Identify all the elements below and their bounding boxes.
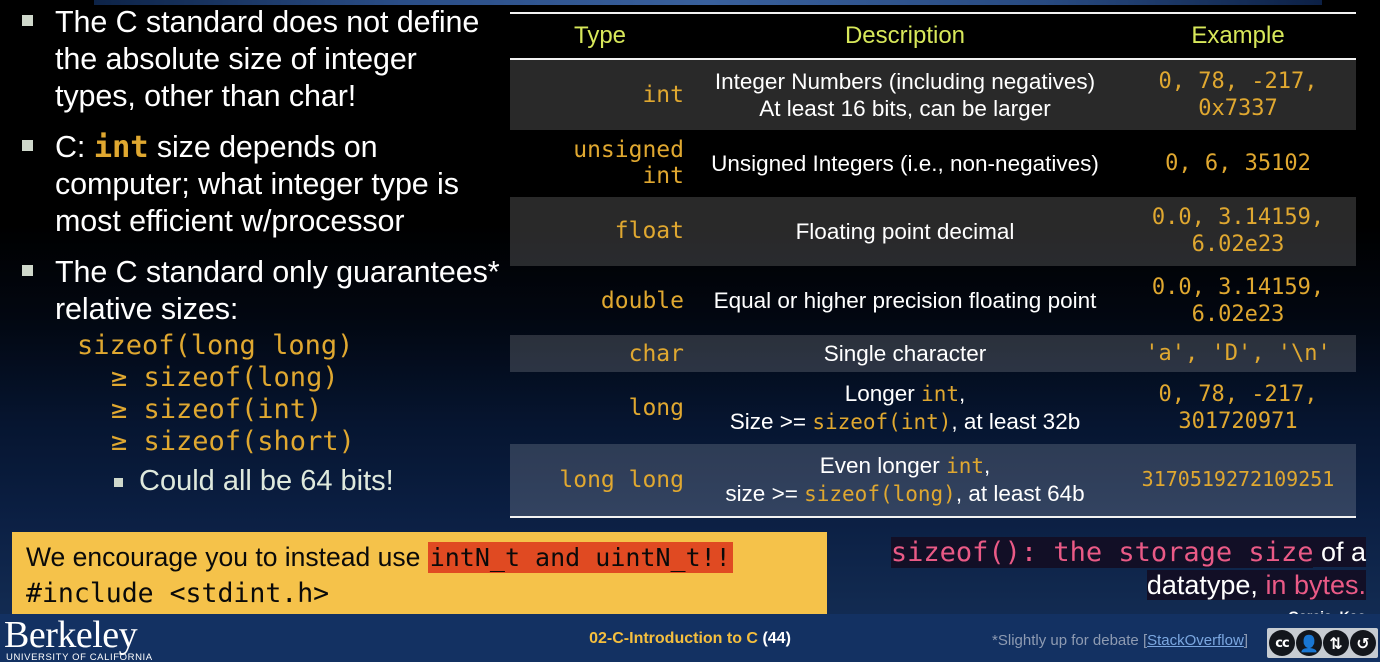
code-line-3: ≥ sizeof(short) — [111, 426, 355, 457]
cc-nc-icon: ⇅ — [1323, 630, 1349, 656]
cell-type: double — [600, 287, 684, 314]
sizeof-note-part4: in bytes. — [1265, 570, 1366, 600]
column-header-description: Description — [690, 12, 1120, 60]
deck-name: 02-C-Introduction to C — [589, 630, 758, 647]
cell-example: 0, 78, -217, 301720971 — [1158, 382, 1318, 435]
cell-type: int — [642, 81, 684, 108]
bullet-text-pre: C: — [55, 130, 94, 164]
slide-footer: Berkeley UNIVERSITY OF CALIFORNIA 02-C-I… — [0, 614, 1380, 662]
table-row: char Single character 'a', 'D', '\n' — [510, 335, 1356, 373]
bullet-text: The C standard does not define the absol… — [55, 5, 480, 113]
bullet-item: The C standard only guarantees* relative… — [18, 254, 504, 328]
table-row: long long Even longer int, size >= sizeof(… — [510, 443, 1356, 519]
callout-line-2: #include <stdint.h> — [26, 578, 330, 609]
table-row: double Equal or higher precision floating… — [510, 266, 1356, 335]
sizeof-definition-note: sizeof(): the storage size of a datatype… — [886, 536, 1366, 602]
cc-icon: cc — [1269, 630, 1295, 656]
cell-description: Equal or higher precision floating point — [713, 288, 1097, 314]
code-line-0: sizeof(long long) — [77, 330, 354, 361]
cell-type: float — [614, 218, 684, 245]
footnote-prefix: *Slightly up for debate [ — [992, 632, 1148, 649]
sizeof-note-part1: sizeof(): the storage size — [890, 537, 1314, 568]
sub-bullet-text: Could all be 64 bits! — [139, 465, 394, 497]
c-types-table-wrapper: Type Description Example int Integer Numb… — [510, 12, 1356, 519]
callout-line-1: We encourage you to instead use intN_t a… — [26, 539, 815, 576]
cell-example: 0.0, 3.14159, 6.02e23 — [1151, 274, 1325, 327]
table-header-row: Type Description Example — [510, 12, 1356, 60]
callout-highlight: intN_t and uintN_t!! — [427, 542, 733, 573]
cell-type: long — [628, 395, 684, 422]
footnote-debate: *Slightly up for debate [StackOverflow] — [992, 632, 1248, 649]
cell-type: long long — [510, 443, 690, 519]
table-row: long Longer int, Size >= sizeof(int), at l… — [510, 372, 1356, 444]
bullet-text: C: int size depends on computer; what in… — [55, 129, 504, 240]
bullet-item: C: int size depends on computer; what in… — [18, 129, 504, 240]
code-line-2: ≥ sizeof(int) — [111, 394, 323, 425]
cell-description: Unsigned Integers (i.e., non-negatives) — [711, 150, 1099, 176]
table-row: int Integer Numbers (including negatives)… — [510, 59, 1356, 130]
bullet-item: The C standard does not define the absol… — [18, 4, 504, 115]
cell-description: Longer int, Size >= sizeof(int), at least… — [729, 381, 1081, 435]
cell-description: Integer Numbers (including negatives) At … — [714, 68, 1096, 121]
sub-bullet-square-icon — [114, 478, 123, 487]
stdint-callout-box: We encourage you to instead use intN_t a… — [12, 532, 827, 614]
cell-type: char — [628, 340, 684, 367]
column-header-type: Type — [510, 12, 690, 60]
bullet-square-icon — [22, 15, 33, 26]
callout-line-1-prefix: We encourage you to instead use — [26, 542, 428, 572]
code-line-1: ≥ sizeof(long) — [111, 362, 339, 393]
slide-number: (44) — [762, 630, 791, 647]
table-row: unsigned int Unsigned Integers (i.e., non-… — [510, 130, 1356, 197]
cell-example: 0.0, 3.14159, 6.02e23 — [1151, 205, 1325, 258]
cell-example: 0, 78, -217, 0x7337 — [1158, 68, 1318, 121]
inline-code-int: int — [93, 130, 149, 165]
table-header: Type Description Example — [510, 12, 1356, 60]
sizeof-note-part3: datatype, — [1146, 570, 1266, 600]
slide-canvas: The C standard does not define the absol… — [0, 0, 1380, 662]
table-row: float Floating point decimal 0.0, 3.14159,… — [510, 196, 1356, 266]
cell-example: 'a', 'D', '\n' — [1145, 341, 1331, 367]
cell-description: Floating point decimal — [795, 218, 1015, 244]
left-bullet-column: The C standard does not define the absol… — [0, 4, 508, 532]
sizeof-note-line-1: sizeof(): the storage size of a — [886, 536, 1366, 569]
cc-by-icon: 👤 — [1296, 630, 1322, 656]
c-types-table: Type Description Example int Integer Numb… — [510, 12, 1356, 519]
bullet-text: The C standard only guarantees* relative… — [55, 255, 500, 326]
cell-example: 0, 6, 35102 — [1165, 150, 1311, 176]
creative-commons-badges[interactable]: cc 👤 ⇅ ↺ — [1267, 628, 1378, 658]
sub-bullet-item: Could all be 64 bits! — [114, 464, 504, 498]
sizeof-note-line-2: datatype, in bytes. — [886, 569, 1366, 602]
stackoverflow-link[interactable]: StackOverflow — [1147, 632, 1244, 649]
cell-description: Single character — [823, 341, 987, 367]
sizeof-note-part2: of a — [1313, 537, 1366, 567]
bullet-square-icon — [22, 140, 33, 151]
berkeley-logo-subtitle: UNIVERSITY OF CALIFORNIA — [6, 652, 153, 662]
table-body: int Integer Numbers (including negatives)… — [510, 59, 1356, 519]
bullet-square-icon — [22, 265, 33, 276]
cc-sa-icon: ↺ — [1350, 630, 1376, 656]
column-header-example: Example — [1120, 12, 1356, 60]
cell-type: unsigned int — [573, 137, 684, 190]
footnote-suffix: ] — [1243, 632, 1248, 649]
cell-example: 3170519272109251 — [1120, 443, 1356, 519]
sizeof-relation-code: sizeof(long long) ≥ sizeof(long) ≥ sizeo… — [77, 330, 504, 458]
cell-description: Even longer int, size >= sizeof(long), at… — [690, 443, 1120, 519]
